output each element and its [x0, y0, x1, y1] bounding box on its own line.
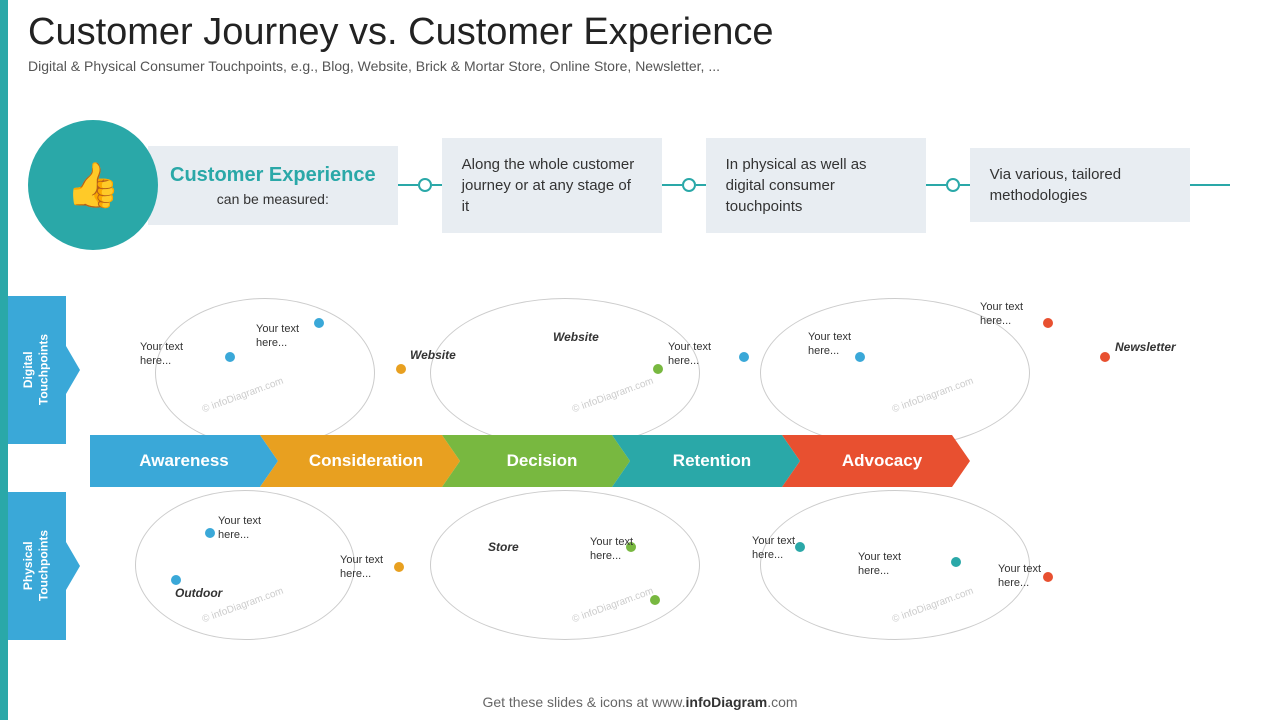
- cx-section: 👍 Customer Experience can be measured: A…: [28, 120, 1230, 250]
- h-line-1: [398, 184, 418, 186]
- h-line-2: [662, 184, 682, 186]
- watermark-5: © infoDiagram.com: [571, 586, 655, 626]
- physical-dot-6: [951, 557, 961, 567]
- digital-label-0: Your texthere...: [140, 340, 183, 369]
- physical-band-arrow: [66, 542, 80, 590]
- digital-label-4: Your texthere...: [668, 340, 711, 369]
- h-line-1b: [432, 184, 442, 186]
- retention-arrow: Retention: [612, 435, 800, 487]
- digital-label-1: Your texthere...: [256, 322, 299, 351]
- watermark-3: © infoDiagram.com: [891, 376, 975, 416]
- physical-label-outdoor: Outdoor: [175, 586, 222, 600]
- physical-label-0: Your texthere...: [218, 514, 261, 543]
- h-line-3: [926, 184, 946, 186]
- dot-3: [946, 178, 960, 192]
- advocacy-label: Advocacy: [842, 451, 922, 471]
- watermark-6: © infoDiagram.com: [891, 586, 975, 626]
- page-title: Customer Journey vs. Customer Experience: [28, 12, 1268, 54]
- physical-label-5: Your texthere...: [752, 534, 795, 563]
- digital-label-blog: Website: [410, 348, 456, 362]
- digital-dot-4: [739, 352, 749, 362]
- digital-label-5: Your texthere...: [808, 330, 851, 359]
- physical-label-4: Your texthere...: [590, 535, 633, 564]
- decision-arrow: Decision: [442, 435, 630, 487]
- consideration-arrow: Consideration: [260, 435, 460, 487]
- connector-1: [398, 178, 442, 192]
- physical-label-store: Store: [488, 540, 519, 554]
- physical-label-7: Your texthere...: [998, 562, 1041, 591]
- loop-circle-1: [155, 298, 375, 448]
- digital-label-6: Your texthere...: [980, 300, 1023, 329]
- info-box-3: Via various, tailored methodologies: [970, 148, 1190, 222]
- awareness-arrow: Awareness: [90, 435, 278, 487]
- thumbs-icon: 👍: [66, 159, 121, 211]
- physical-dot-7: [1043, 572, 1053, 582]
- digital-dot-7: [1100, 352, 1110, 362]
- digital-dot-2: [396, 364, 406, 374]
- stages-row: Awareness Consideration Decision Retenti…: [90, 435, 952, 487]
- trailing-line: [1190, 184, 1230, 186]
- physical-band-label: PhysicalTouchpoints: [21, 530, 52, 601]
- physical-dot-4: [650, 595, 660, 605]
- digital-dot-6: [1043, 318, 1053, 328]
- footer-text2: .com: [767, 694, 797, 710]
- physical-dot-1: [171, 575, 181, 585]
- footer-text: Get these slides & icons at www.: [482, 694, 685, 710]
- cx-circle: 👍: [28, 120, 158, 250]
- physical-label-2: Your texthere...: [340, 553, 383, 582]
- page-subtitle: Digital & Physical Consumer Touchpoints,…: [28, 58, 1268, 74]
- cx-label-sub: can be measured:: [170, 191, 376, 207]
- watermark-1: © infoDiagram.com: [201, 376, 285, 416]
- decision-label: Decision: [507, 451, 578, 471]
- retention-label: Retention: [673, 451, 751, 471]
- digital-dot-3: [653, 364, 663, 374]
- physical-dot-5: [795, 542, 805, 552]
- stage-consideration: Consideration: [260, 435, 460, 487]
- info-box-1: Along the whole customer journey or at a…: [442, 138, 662, 233]
- cx-label-box: Customer Experience can be measured:: [148, 146, 398, 225]
- digital-touchpoints-band: DigitalTouchpoints: [8, 296, 66, 444]
- digital-label-newsletter: Newsletter: [1115, 340, 1176, 354]
- digital-dot-5: [855, 352, 865, 362]
- info-box-2: In physical as well as digital consumer …: [706, 138, 926, 233]
- cx-label-title: Customer Experience: [170, 164, 376, 187]
- stage-decision: Decision: [442, 435, 630, 487]
- connector-2: [662, 178, 706, 192]
- physical-touchpoints-band: PhysicalTouchpoints: [8, 492, 66, 640]
- stage-awareness: Awareness: [90, 435, 278, 487]
- connector-3: [926, 178, 970, 192]
- digital-band-label: DigitalTouchpoints: [21, 334, 52, 405]
- stage-retention: Retention: [612, 435, 800, 487]
- physical-dot-0: [205, 528, 215, 538]
- digital-dot-1: [314, 318, 324, 328]
- digital-dot-0: [225, 352, 235, 362]
- accent-bar: [0, 0, 8, 720]
- digital-label-website: Website: [553, 330, 599, 344]
- consideration-label: Consideration: [309, 451, 423, 471]
- advocacy-arrow: Advocacy: [782, 435, 970, 487]
- dot-2: [682, 178, 696, 192]
- watermark-2: © infoDiagram.com: [571, 376, 655, 416]
- h-line-2b: [696, 184, 706, 186]
- awareness-label: Awareness: [139, 451, 228, 471]
- digital-band-arrow: [66, 346, 80, 394]
- stage-advocacy: Advocacy: [782, 435, 970, 487]
- loop-circle-5: [430, 490, 700, 640]
- header: Customer Journey vs. Customer Experience…: [28, 12, 1268, 74]
- footer: Get these slides & icons at www.infoDiag…: [0, 694, 1280, 710]
- loop-circle-4: [135, 490, 355, 640]
- physical-dot-2: [394, 562, 404, 572]
- footer-brand: infoDiagram: [686, 694, 768, 710]
- dot-1: [418, 178, 432, 192]
- h-line-3b: [960, 184, 970, 186]
- physical-label-6: Your texthere...: [858, 550, 901, 579]
